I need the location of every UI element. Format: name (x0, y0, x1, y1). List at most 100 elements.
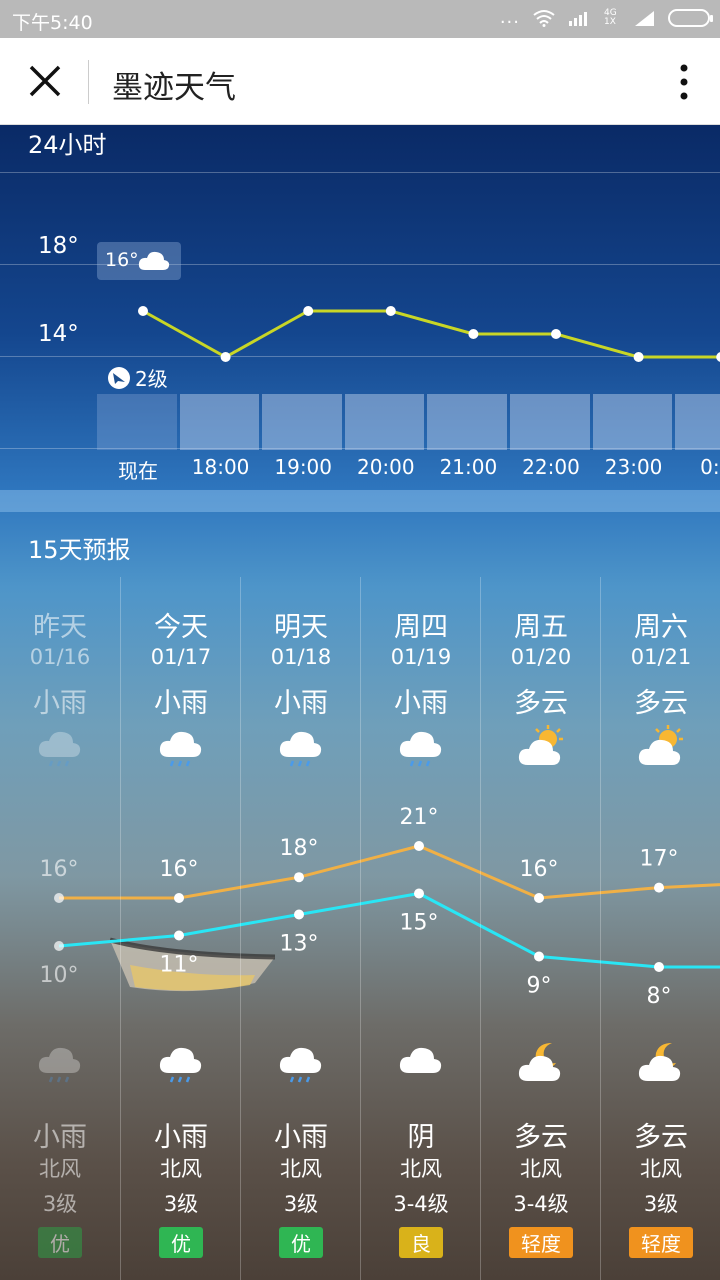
sun-cloud-icon (518, 725, 563, 765)
night-icon (481, 1039, 601, 1089)
status-time: 下午5:40 (12, 12, 93, 34)
rain-cloud-icon (279, 1047, 322, 1083)
day-column[interactable]: 明天 01/18 小雨 小雨 北风 3级优 (240, 577, 360, 1280)
day-column[interactable]: 周四 01/19 小雨阴北风 3-4级良 (360, 577, 480, 1280)
day-name: 今天 (154, 612, 208, 643)
day-icon (0, 723, 120, 773)
day-condition: 小雨 (394, 688, 448, 719)
signal-icon (569, 11, 587, 26)
day-date: 01/20 (510, 645, 572, 669)
night-icon (361, 1039, 481, 1089)
day-column[interactable]: 周五 01/20 多云 多云 北风 3-4级 轻度 (480, 577, 600, 1280)
more-menu-icon[interactable] (674, 60, 694, 104)
aqi-label: 优 (38, 1227, 82, 1258)
rain-cloud-icon (159, 1047, 202, 1083)
section-divider (0, 490, 720, 512)
hourly-times: 现在 18:00 19:00 20:00 21:00 22:00 23:00 0:0 (0, 451, 720, 483)
day-date: 01/16 (29, 645, 91, 669)
wind-level: 3级 (643, 1192, 679, 1216)
day-column[interactable]: 周六 01/21 多云 多云 北风 3级 轻度 (600, 577, 720, 1280)
day-icon (241, 723, 361, 773)
title-bar: 墨迹天气 (0, 38, 720, 125)
hourly-temp-point (633, 352, 644, 362)
aqi-label: 优 (159, 1227, 203, 1258)
hourly-temp-point (551, 329, 561, 339)
day-icon (361, 723, 481, 773)
hourly-temp-point (220, 352, 231, 362)
cloud-icon (399, 1047, 442, 1073)
wind-direction: 北风 (400, 1157, 442, 1181)
night-icon (601, 1039, 720, 1089)
hourly-temp-point (716, 352, 720, 362)
day-condition: 多云 (514, 688, 568, 719)
wind-level: 3级 (42, 1192, 78, 1216)
day-date: 01/18 (270, 645, 332, 669)
aqi-badge: 优 (241, 1227, 361, 1258)
hourly-forecast: 24小时 18° 14° 16° 2级 现在 18:00 19:00 20:00 21:… (0, 125, 720, 490)
aqi-label: 轻度 (509, 1227, 573, 1258)
network-type: 4G 1X (604, 7, 617, 27)
hourly-time-label: 22:00 (522, 455, 580, 479)
signal-icon-2 (635, 10, 654, 26)
current-wind: 2级 (107, 363, 168, 392)
night-condition: 多云 (514, 1122, 568, 1153)
wind-direction: 北风 (39, 1157, 81, 1181)
title-divider (88, 60, 89, 104)
night-icon (121, 1039, 241, 1089)
day-date: 01/21 (630, 645, 692, 669)
night-icon (0, 1039, 120, 1089)
day-date: 01/17 (150, 645, 212, 669)
moon-cloud-icon (638, 1043, 681, 1081)
wind-bar (344, 394, 425, 450)
day-column[interactable]: 昨天 01/16 小雨 小雨 北风 3级优 (0, 577, 120, 1280)
hourly-temp-point (468, 329, 479, 339)
sun-cloud-icon (638, 725, 683, 765)
hourly-time-label: 18:00 (191, 455, 250, 479)
day-column[interactable]: 今天 01/17 小雨 小雨 北风 3级优 (120, 577, 240, 1280)
day-condition: 多云 (634, 688, 688, 719)
night-condition: 小雨 (274, 1122, 328, 1153)
aqi-badge: 优 (0, 1227, 120, 1258)
wind-direction: 北风 (520, 1157, 562, 1181)
aqi-badge: 轻度 (601, 1227, 720, 1258)
day-name: 明天 (274, 612, 328, 643)
hourly-temp-point (303, 306, 314, 316)
close-icon[interactable] (20, 56, 70, 106)
day-condition: 小雨 (33, 688, 87, 719)
wind-bar (510, 394, 590, 450)
wind-level: 3-4级 (513, 1192, 569, 1216)
hourly-temp-point (385, 306, 396, 316)
day-icon (601, 723, 720, 773)
hourly-temp-polyline (142, 309, 720, 359)
aqi-label: 良 (399, 1227, 443, 1258)
day-name: 周五 (514, 612, 568, 643)
day-condition: 小雨 (154, 688, 208, 719)
rain-cloud-icon (38, 1047, 81, 1083)
night-condition: 多云 (634, 1122, 688, 1153)
hourly-time-label: 19:00 (274, 455, 333, 479)
wind-bar (179, 394, 260, 450)
day-name: 周六 (634, 612, 688, 643)
day-name: 昨天 (33, 612, 87, 643)
aqi-badge: 轻度 (481, 1227, 601, 1258)
status-bar: 下午5:40 ... 4G 1X (0, 0, 720, 38)
rain-cloud-icon (159, 731, 202, 767)
hourly-time-label: 0:0 (700, 455, 720, 479)
aqi-badge: 优 (121, 1227, 241, 1258)
wind-level: 3级 (163, 1192, 199, 1216)
wind-direction: 北风 (280, 1157, 322, 1181)
wind-bar (592, 394, 673, 450)
current-wind-level: 2级 (135, 367, 168, 391)
hourly-temp-line (138, 306, 720, 362)
night-icon (241, 1039, 361, 1089)
wind-bar (427, 394, 507, 450)
rain-cloud-icon (38, 731, 81, 767)
wifi-icon (533, 9, 555, 27)
day-condition: 小雨 (274, 688, 328, 719)
day-icon (121, 723, 241, 773)
hourly-time-label: 21:00 (439, 455, 498, 479)
moon-cloud-icon (518, 1043, 561, 1081)
rain-cloud-icon (279, 731, 322, 767)
day-name: 周四 (394, 612, 448, 643)
page-title: 墨迹天气 (112, 70, 236, 106)
